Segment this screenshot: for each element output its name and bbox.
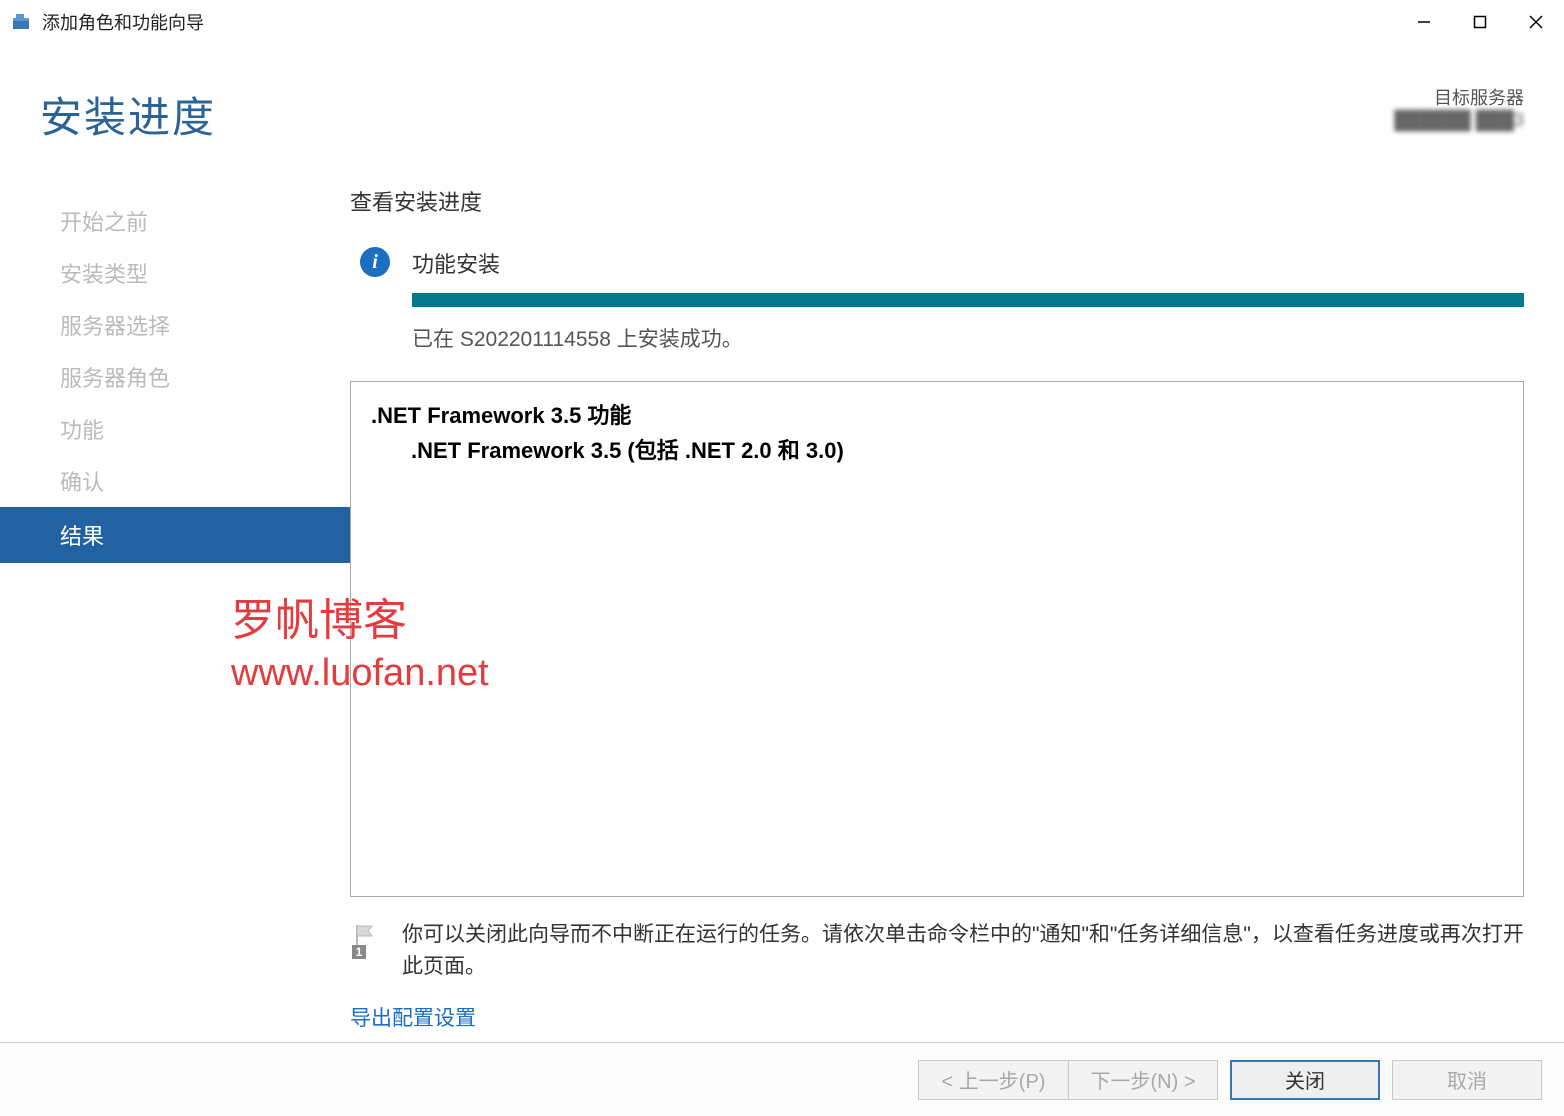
main-content: 查看安装进度 i 功能安装 已在 S202201114558 上安装成功。 .N… — [350, 165, 1564, 1042]
next-button: 下一步(N) > — [1068, 1060, 1218, 1100]
header: 安装进度 目标服务器 ██████ ███3 — [0, 44, 1564, 165]
detail-feature-group: .NET Framework 3.5 功能 — [371, 398, 1503, 433]
app-icon — [10, 11, 32, 33]
previous-button: < 上一步(P) — [918, 1060, 1068, 1100]
hint-row: 1 你可以关闭此向导而不中断正在运行的任务。请依次单击命令栏中的"通知"和"任务… — [350, 919, 1524, 984]
body: 开始之前 安装类型 服务器选择 服务器角色 功能 确认 结果 查看安装进度 i … — [0, 165, 1564, 1042]
detail-feature-item: .NET Framework 3.5 (包括 .NET 2.0 和 3.0) — [371, 433, 1503, 468]
status-label: 功能安装 — [412, 247, 1524, 279]
sidebar-item-results[interactable]: 结果 — [0, 507, 350, 563]
wizard-window: 添加角色和功能向导 安装进度 目标服务器 ██████ ███3 开始之前 安装… — [0, 0, 1564, 1116]
status-row: i 功能安装 已在 S202201114558 上安装成功。 — [350, 247, 1524, 353]
status-message: 已在 S202201114558 上安装成功。 — [412, 323, 1524, 353]
sidebar-item-confirmation: 确认 — [0, 455, 350, 507]
watermark: 罗帆博客 www.luofan.net — [231, 592, 489, 699]
page-title: 安装进度 — [40, 84, 216, 145]
info-icon: i — [360, 247, 390, 277]
sidebar-item-installation-type: 安装类型 — [0, 247, 350, 299]
minimize-button[interactable] — [1396, 0, 1452, 44]
sidebar-item-server-roles: 服务器角色 — [0, 351, 350, 403]
maximize-button[interactable] — [1452, 0, 1508, 44]
sidebar-item-server-selection: 服务器选择 — [0, 299, 350, 351]
target-server-name: ██████ ███3 — [1394, 110, 1524, 131]
close-button[interactable] — [1508, 0, 1564, 44]
close-wizard-button[interactable]: 关闭 — [1230, 1060, 1380, 1100]
sidebar-item-before-you-begin: 开始之前 — [0, 195, 350, 247]
titlebar: 添加角色和功能向导 — [0, 0, 1564, 44]
section-title: 查看安装进度 — [350, 185, 1524, 217]
target-server-info: 目标服务器 ██████ ███3 — [1394, 84, 1524, 131]
watermark-line2: www.luofan.net — [231, 649, 489, 698]
svg-text:1: 1 — [356, 945, 363, 959]
watermark-line1: 罗帆博客 — [231, 592, 489, 649]
cancel-button: 取消 — [1392, 1060, 1542, 1100]
export-settings-link[interactable]: 导出配置设置 — [350, 1002, 1524, 1032]
footer: < 上一步(P) 下一步(N) > 关闭 取消 — [0, 1042, 1564, 1116]
window-title: 添加角色和功能向导 — [42, 9, 204, 35]
flag-icon: 1 — [350, 923, 382, 955]
results-detail-box: .NET Framework 3.5 功能 .NET Framework 3.5… — [350, 381, 1524, 897]
sidebar-item-features: 功能 — [0, 403, 350, 455]
hint-text: 你可以关闭此向导而不中断正在运行的任务。请依次单击命令栏中的"通知"和"任务详细… — [402, 919, 1524, 984]
target-server-label: 目标服务器 — [1394, 84, 1524, 110]
progress-bar — [412, 293, 1524, 307]
